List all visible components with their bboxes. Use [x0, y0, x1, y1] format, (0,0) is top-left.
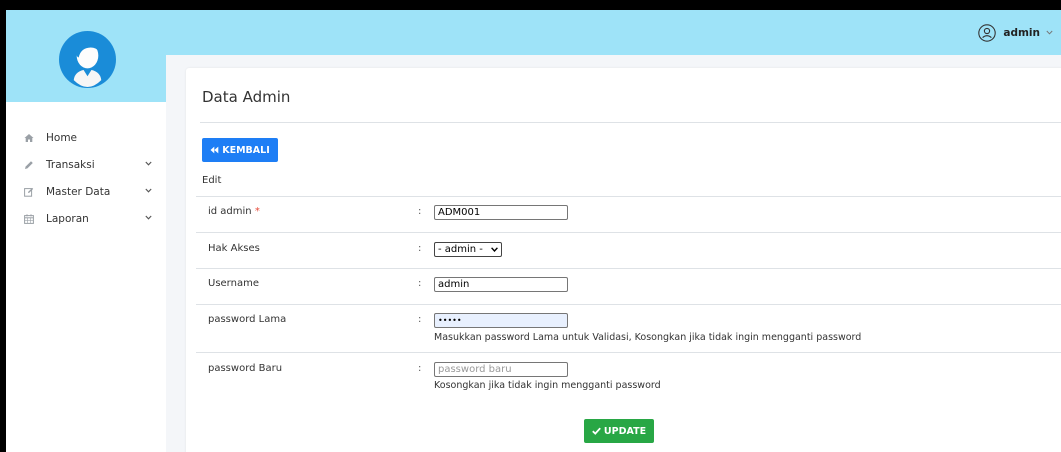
- form-row-hak-akses: Hak Akses : - admin -: [196, 232, 1061, 269]
- sidebar-item-label: Transaksi: [46, 158, 95, 171]
- sidebar-item-label: Laporan: [46, 212, 89, 225]
- chevron-down-icon: [145, 161, 152, 166]
- back-button[interactable]: KEMBALI: [202, 138, 278, 162]
- help-text: Masukkan password Lama untuk Validasi, K…: [434, 332, 862, 343]
- chevron-down-icon: [145, 188, 152, 193]
- avatar: [59, 31, 116, 88]
- page-title: Data Admin: [202, 88, 291, 106]
- field-label: password Baru: [208, 363, 283, 374]
- colon: :: [418, 363, 422, 374]
- hak-akses-select[interactable]: - admin -: [434, 242, 502, 257]
- sidebar-menu: Home Transaksi Master Data Laporan: [6, 102, 166, 232]
- user-menu[interactable]: admin: [978, 10, 1053, 55]
- user-name: admin: [1003, 26, 1040, 39]
- form-row-password-lama: password Lama : ••••• Masukkan password …: [196, 304, 1061, 353]
- field-label: Hak Akses: [208, 243, 260, 254]
- password-lama-input[interactable]: •••••: [434, 313, 568, 328]
- username-input[interactable]: admin: [434, 277, 568, 292]
- colon: :: [418, 206, 422, 217]
- help-text: Kosongkan jika tidak ingin mengganti pas…: [434, 380, 661, 391]
- sidebar-item-label: Home: [46, 131, 78, 144]
- topbar: admin: [166, 10, 1061, 55]
- check-icon: [592, 427, 601, 435]
- update-button[interactable]: UPDATE: [584, 419, 654, 443]
- sidebar-item-transaksi[interactable]: Transaksi: [6, 151, 166, 178]
- home-icon: [24, 133, 34, 143]
- colon: :: [418, 278, 422, 289]
- back-button-label: KEMBALI: [222, 144, 270, 156]
- chevron-down-icon: [491, 247, 498, 252]
- section-label: Edit: [202, 175, 222, 186]
- pencil-icon: [24, 160, 34, 170]
- field-label: Username: [208, 278, 259, 289]
- colon: :: [418, 314, 422, 325]
- backward-icon: [210, 146, 219, 154]
- sidebar: Home Transaksi Master Data Laporan: [6, 10, 166, 452]
- password-baru-input[interactable]: password baru: [434, 362, 568, 377]
- calendar-icon: [24, 213, 34, 224]
- divider: [200, 122, 1061, 123]
- sidebar-header: [6, 10, 166, 102]
- form-row-password-baru: password Baru : password baru Kosongkan …: [196, 352, 1061, 409]
- user-circle-icon: [978, 23, 997, 42]
- required-mark: *: [254, 206, 260, 217]
- id-admin-input[interactable]: ADM001: [434, 205, 568, 220]
- chevron-down-icon: [145, 215, 152, 220]
- select-value: - admin -: [438, 244, 483, 255]
- app-window: Home Transaksi Master Data Laporan admin…: [6, 10, 1061, 452]
- main-content: admin Data Admin KEMBALI Edit id admin *…: [166, 10, 1061, 452]
- update-button-label: UPDATE: [603, 425, 647, 437]
- field-label: password Lama: [208, 314, 287, 325]
- form-card: Data Admin KEMBALI Edit id admin * : ADM…: [186, 68, 1061, 452]
- sidebar-item-laporan[interactable]: Laporan: [6, 205, 166, 232]
- colon: :: [418, 243, 422, 254]
- sidebar-item-master-data[interactable]: Master Data: [6, 178, 166, 205]
- sidebar-item-home[interactable]: Home: [6, 124, 166, 151]
- edit-icon: [24, 187, 34, 197]
- form-row-username: Username : admin: [196, 268, 1061, 305]
- chevron-down-icon: [1046, 30, 1053, 35]
- field-label: id admin *: [208, 206, 260, 217]
- form-row-id-admin: id admin * : ADM001: [196, 196, 1061, 233]
- sidebar-item-label: Master Data: [46, 185, 111, 198]
